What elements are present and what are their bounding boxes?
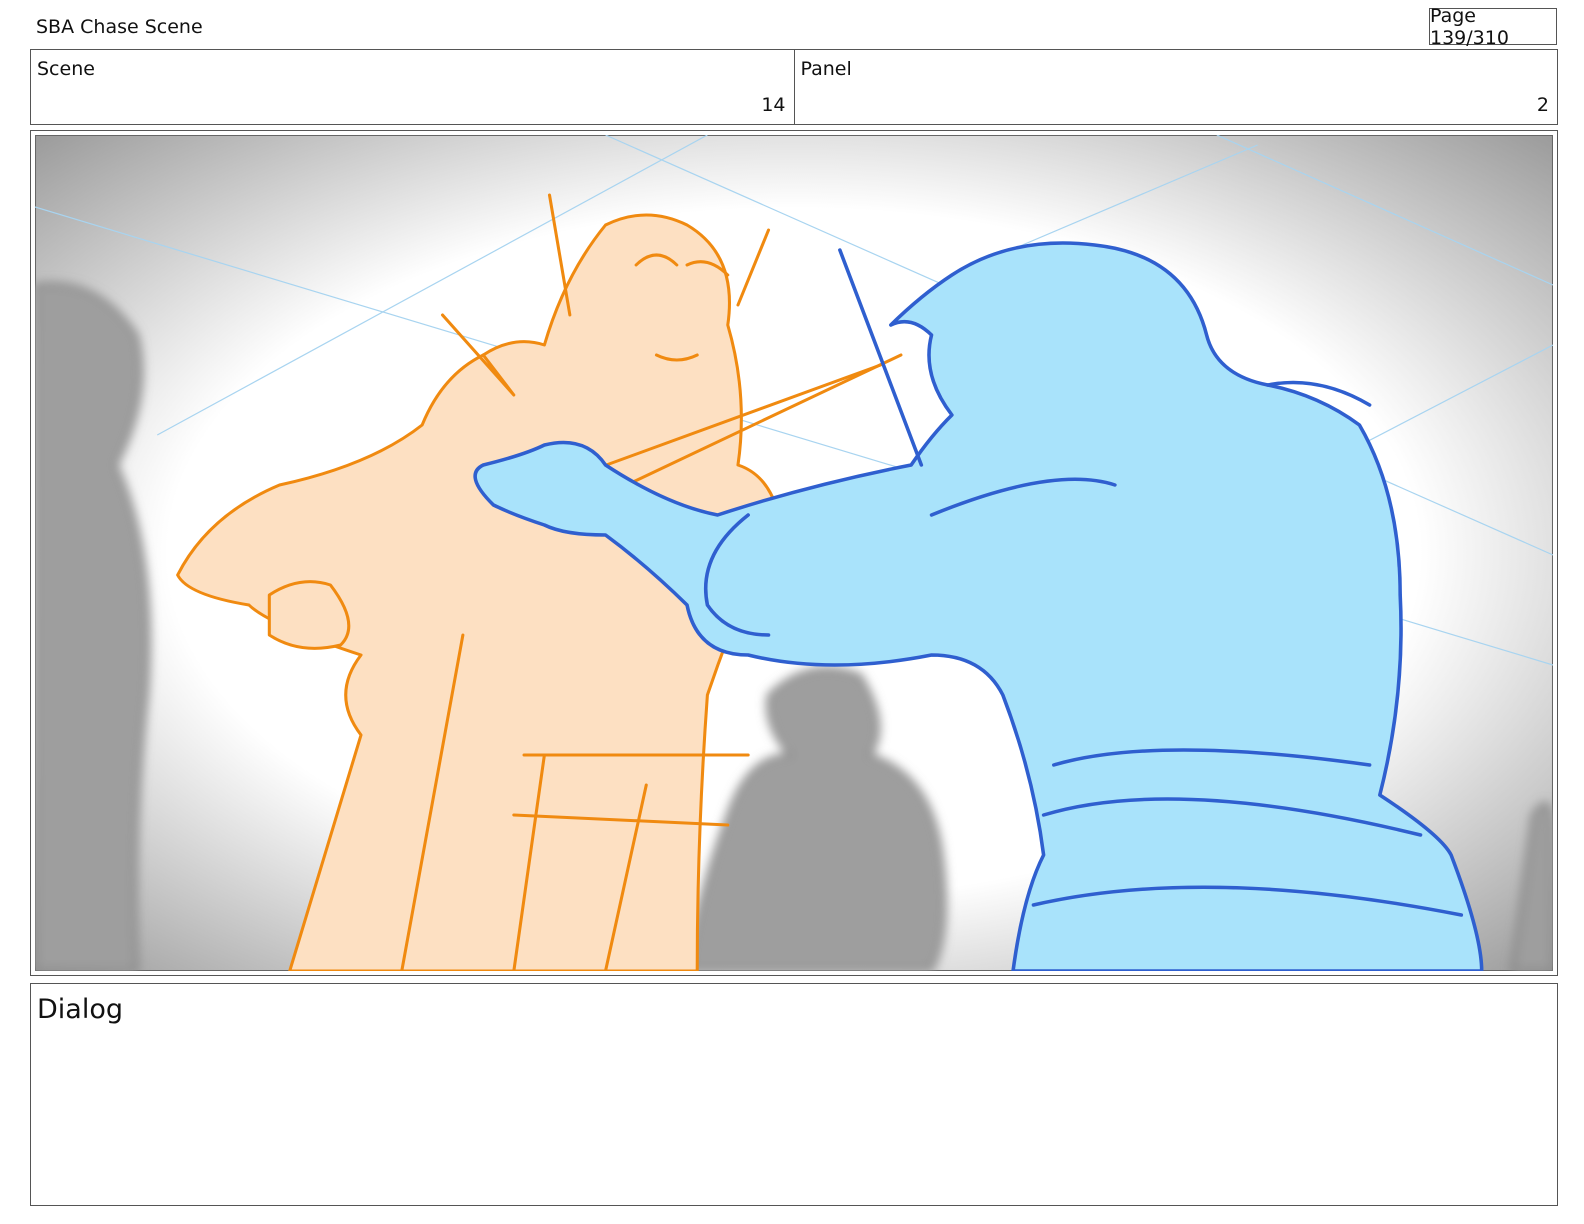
storyboard-panel xyxy=(30,130,1558,976)
scene-cell: Scene 14 xyxy=(31,50,794,124)
dialog-label: Dialog xyxy=(37,994,123,1025)
panel-cell: Panel 2 xyxy=(793,50,1558,124)
page-indicator-label: Page 139/310 xyxy=(1430,4,1509,49)
storyboard-sketch xyxy=(35,135,1553,971)
scene-number: 14 xyxy=(761,94,786,116)
panel-number: 2 xyxy=(1536,94,1549,116)
document-title: SBA Chase Scene xyxy=(36,16,203,38)
scene-label: Scene xyxy=(37,58,95,80)
panel-label: Panel xyxy=(800,58,852,80)
dialog-box: Dialog xyxy=(30,983,1558,1206)
scene-panel-row: Scene 14 Panel 2 xyxy=(30,49,1558,125)
page-indicator: Page 139/310 xyxy=(1429,5,1557,49)
